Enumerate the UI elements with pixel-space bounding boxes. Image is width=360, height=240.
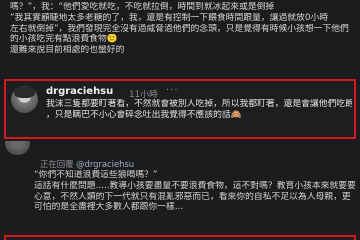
comment-line: ”我其實顧睫地太多老糖的了，我，還是有控制一下餵食時間跟量，讓過就放0小時 [10,12,329,23]
username[interactable]: drgraciehsu [46,86,113,97]
highlighted-reply[interactable]: drgraciehsu 11小時 ··· 我沫三隻都要盯著看，不然就會被別人吃掉… [4,79,356,139]
comment-line: 還難來說目前相處的也蠻好的 [10,45,125,56]
replying-to-handle[interactable]: @drgraciehsu [76,159,134,169]
comment-line: 左右就倒掉”，我們發現完全沒有過威脅過他們的念頭，只是覺得有時候小孩想一下他們 [10,23,349,34]
comment-line: 的小孩吃完有點浪費食物🙂 [10,34,118,45]
lower-reply: 正在回覆 @drgraciehsu “你們不知道浪費這些狼喝嗎？” 這話有什麼問… [0,141,360,240]
threads-comment-view: 嗎？”，我：“他們愛吃就吃，不吃就拉倒，時間到就冰起來或是倒掉 ”我其實顧睫地太… [0,0,360,240]
reply-line: 心意，不然人類的下一代就只有混亂邪惡而已，看來你的自私不足以為人母親，更 [34,191,351,202]
avatar[interactable] [5,141,30,155]
reply-text: “你們不知道浪費這些狼喝嗎？” 這話有什麼問題.....教導小孩要盡量不要浪費食… [34,170,356,213]
replying-label: 正在回覆 [40,159,74,169]
reply-line: “你們不知道浪費這些狼喝嗎？” [34,170,158,180]
avatar[interactable] [11,86,38,113]
comment-line: 嗎？”，我：“他們愛吃就吃，不吃就拉倒，時間到就冰起來或是倒掉 [10,2,275,12]
reply-line: 這話有什麼問題.....教導小孩要盡量不要浪費食物，這不對嗎？教育小孩本來就要要… [34,180,356,191]
reply-line: 可怕的是全盡裡大多數人都跟你一樣... [34,202,184,213]
previous-comment: 嗎？”，我：“他們愛吃就吃，不吃就拉倒，時間到就冰起來或是倒掉 ”我其實顧睫地太… [0,0,360,77]
reply-line: ，只是瞒巴不小心會碎念吐出我覺得不應該的話🙈 [46,109,242,120]
next-highlight-frame [4,235,356,240]
reply-line: 我沫三隻都要盯著看，不然就會被別人吃掉，所以我都盯著，還是會讓他們吃飽 [46,99,352,109]
more-options-icon[interactable]: ··· [166,85,179,96]
replying-to: 正在回覆 @drgraciehsu [40,158,134,170]
reply-text: 我沫三隻都要盯著看，不然就會被別人吃掉，所以我都盯著，還是會讓他們吃飽 ，只是瞒… [46,99,352,121]
